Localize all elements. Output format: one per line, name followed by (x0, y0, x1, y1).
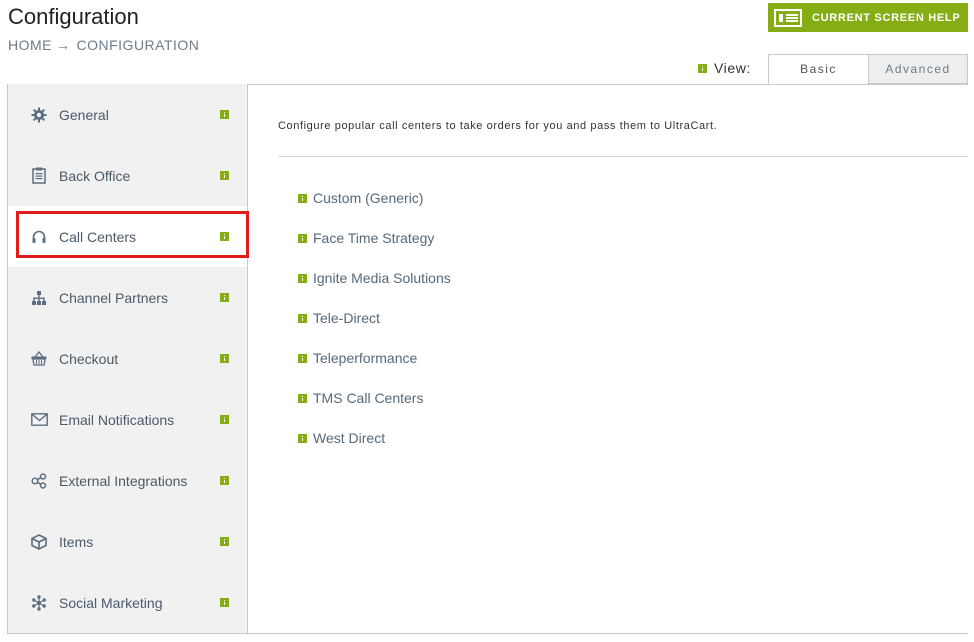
sidebar-item-social-marketing[interactable]: Social Marketing (7, 572, 248, 634)
call-center-link[interactable]: TMS Call Centers (298, 390, 423, 406)
sidebar-item-label: Checkout (59, 350, 119, 367)
call-center-label[interactable]: Custom (Generic) (313, 190, 423, 206)
gear-icon (30, 106, 48, 124)
call-center-link[interactable]: Face Time Strategy (298, 230, 434, 246)
page-description: Configure popular call centers to take o… (278, 120, 718, 132)
call-center-link[interactable]: Ignite Media Solutions (298, 270, 451, 286)
asterisk-icon (30, 594, 48, 612)
envelope-icon (30, 411, 48, 429)
info-icon[interactable] (698, 63, 707, 73)
call-center-link[interactable]: Custom (Generic) (298, 190, 423, 206)
view-selector: View: (698, 60, 751, 76)
info-icon[interactable] (298, 233, 307, 243)
info-icon[interactable] (220, 109, 229, 119)
breadcrumb-current: CONFIGURATION (76, 37, 200, 53)
call-center-label[interactable]: West Direct (313, 430, 385, 446)
sidebar-item-email-notifications[interactable]: Email Notifications (7, 389, 248, 451)
sidebar-item-checkout[interactable]: Checkout (7, 328, 248, 390)
info-icon[interactable] (298, 193, 307, 203)
sidebar-item-general[interactable]: General (7, 84, 248, 146)
call-center-label[interactable]: TMS Call Centers (313, 390, 423, 406)
sidebar-item-label: External Integrations (59, 472, 188, 489)
call-center-link[interactable]: West Direct (298, 430, 385, 446)
info-icon[interactable] (220, 170, 229, 180)
sidebar-item-label: Social Marketing (59, 594, 163, 611)
info-icon[interactable] (298, 353, 307, 363)
sidebar-item-items[interactable]: Items (7, 511, 248, 573)
sidebar-item-call-centers[interactable]: Call Centers (7, 206, 248, 268)
info-icon[interactable] (298, 273, 307, 283)
view-label: View: (714, 60, 751, 76)
info-icon[interactable] (220, 231, 229, 241)
sidebar-item-label: Email Notifications (59, 411, 175, 428)
sidebar-item-label: Back Office (59, 167, 131, 184)
info-icon[interactable] (220, 353, 229, 363)
tab-basic[interactable]: Basic (768, 54, 869, 84)
sidebar-item-label: Channel Partners (59, 289, 168, 306)
breadcrumb-separator: → (56, 37, 71, 53)
page-title: Configuration (8, 4, 139, 29)
sidebar-item-label: Call Centers (59, 228, 137, 245)
info-icon[interactable] (220, 414, 229, 424)
info-icon[interactable] (298, 433, 307, 443)
current-screen-help-button[interactable]: CURRENT SCREEN HELP (768, 3, 968, 32)
divider (278, 156, 968, 157)
sidebar-item-channel-partners[interactable]: Channel Partners (7, 267, 248, 329)
sidebar-item-label: Items (59, 533, 94, 550)
info-icon[interactable] (220, 292, 229, 302)
info-icon[interactable] (298, 393, 307, 403)
call-center-label[interactable]: Face Time Strategy (313, 230, 434, 246)
box-icon (30, 533, 48, 551)
call-center-label[interactable]: Teleperformance (313, 350, 417, 366)
share-icon (30, 472, 48, 490)
headset-icon (30, 228, 48, 246)
sidebar-item-external-integrations[interactable]: External Integrations (7, 450, 248, 512)
org-chart-icon (30, 289, 48, 307)
breadcrumb: HOME → CONFIGURATION (8, 37, 199, 53)
help-button-label: CURRENT SCREEN HELP (812, 11, 961, 24)
clipboard-icon (30, 167, 48, 185)
info-icon[interactable] (220, 597, 229, 607)
call-center-label[interactable]: Ignite Media Solutions (313, 270, 451, 286)
info-icon[interactable] (220, 475, 229, 485)
divider (7, 633, 968, 634)
info-icon[interactable] (298, 313, 307, 323)
screen-help-icon (774, 8, 802, 27)
call-center-link[interactable]: Teleperformance (298, 350, 417, 366)
sidebar-item-back-office[interactable]: Back Office (7, 145, 248, 207)
tab-advanced[interactable]: Advanced (868, 54, 968, 84)
sidebar-item-label: General (59, 106, 109, 123)
call-center-link[interactable]: Tele-Direct (298, 310, 380, 326)
call-center-label[interactable]: Tele-Direct (313, 310, 380, 326)
info-icon[interactable] (220, 536, 229, 546)
basket-icon (30, 350, 48, 368)
breadcrumb-home[interactable]: HOME (8, 37, 52, 53)
